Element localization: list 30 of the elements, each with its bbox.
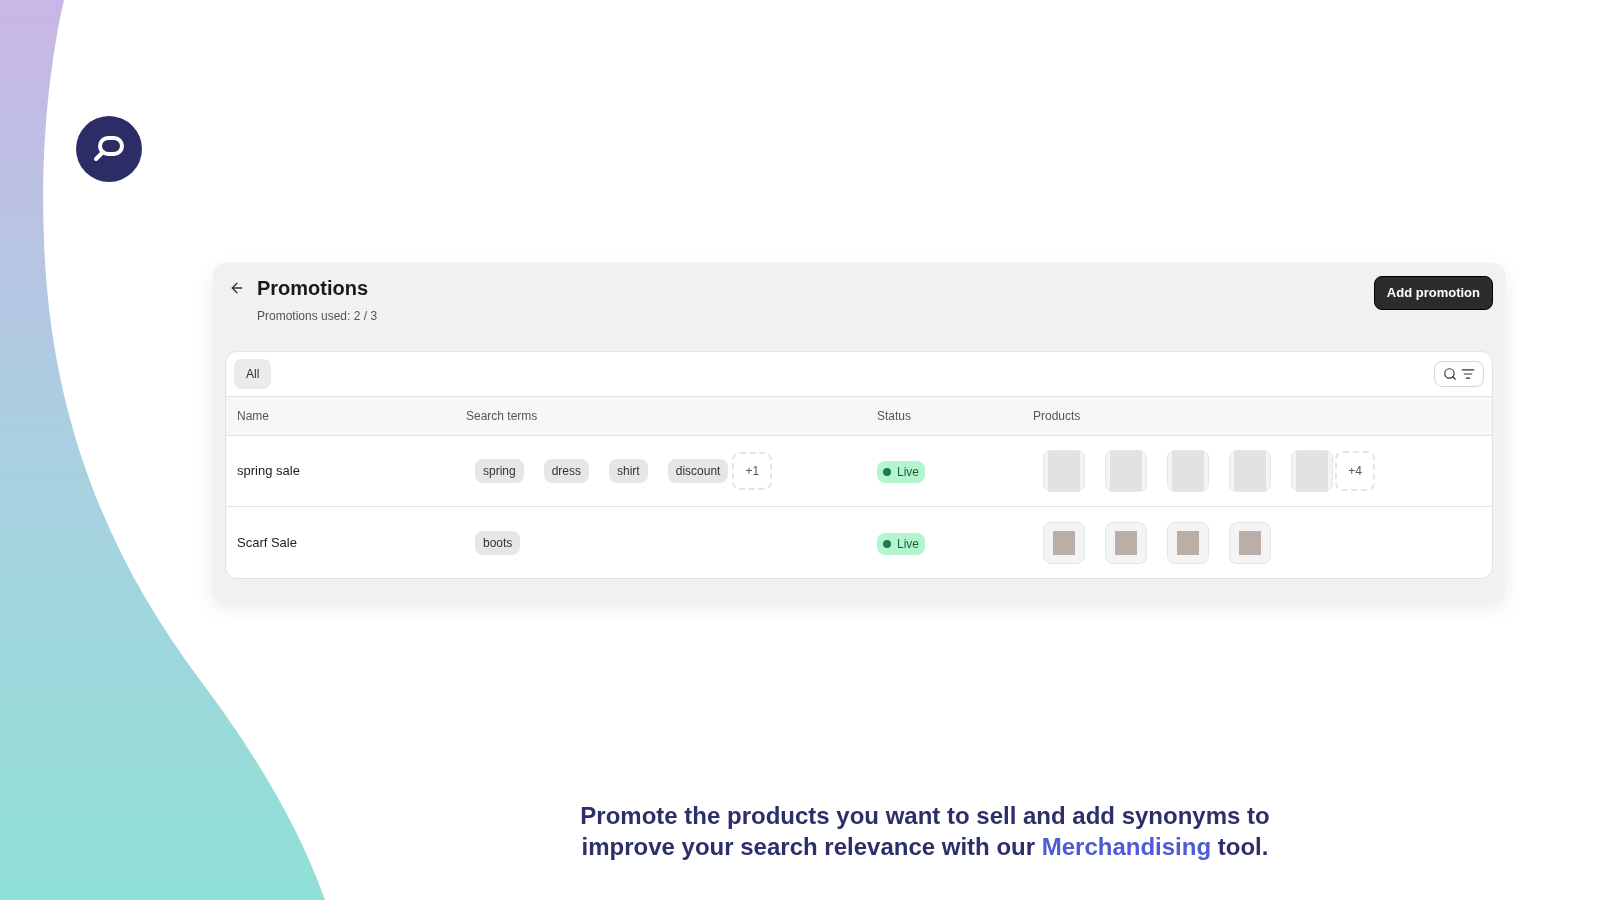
status-badge: Live bbox=[877, 532, 925, 555]
add-promotion-button[interactable]: Add promotion bbox=[1373, 276, 1493, 310]
filter-icon bbox=[1461, 367, 1475, 381]
search-term-tag: discount bbox=[667, 459, 729, 483]
search-filter-button[interactable] bbox=[1434, 361, 1484, 387]
back-icon bbox=[229, 280, 245, 296]
more-terms-count: +1 bbox=[732, 452, 773, 490]
column-header: Products bbox=[1032, 408, 1081, 425]
column-header: Search terms bbox=[465, 408, 538, 425]
search-term-tag: shirt bbox=[609, 459, 648, 483]
column-header: Name bbox=[236, 408, 269, 425]
page-title: Promotions bbox=[257, 276, 369, 301]
status-badge: Live bbox=[877, 461, 925, 483]
caption-text: Promote the products you want to sell and add synonyms to improve your search relevance with our Merchandising tool. bbox=[579, 801, 1271, 862]
promotion-name: spring sale bbox=[236, 462, 300, 481]
photo-placeholder bbox=[1177, 530, 1199, 555]
more-products-count: +4 bbox=[1335, 451, 1375, 491]
photo-placeholder bbox=[1115, 530, 1137, 555]
search-chat-icon bbox=[92, 134, 126, 164]
search-icon bbox=[1443, 367, 1457, 381]
search-term-tag: spring bbox=[475, 459, 524, 483]
photo-placeholder bbox=[1239, 530, 1261, 555]
usage-text: Promotions used: 2 / 3 bbox=[257, 308, 378, 325]
column-header: Status bbox=[876, 408, 912, 425]
promotion-name: Scarf Sale bbox=[236, 533, 297, 552]
merchandising-link[interactable]: Merchandising bbox=[1041, 833, 1212, 860]
filter-tab[interactable]: All bbox=[234, 359, 272, 389]
search-term-tag: boots bbox=[475, 530, 521, 555]
search-term-tag: dress bbox=[543, 459, 590, 483]
photo-placeholder bbox=[1053, 530, 1075, 555]
